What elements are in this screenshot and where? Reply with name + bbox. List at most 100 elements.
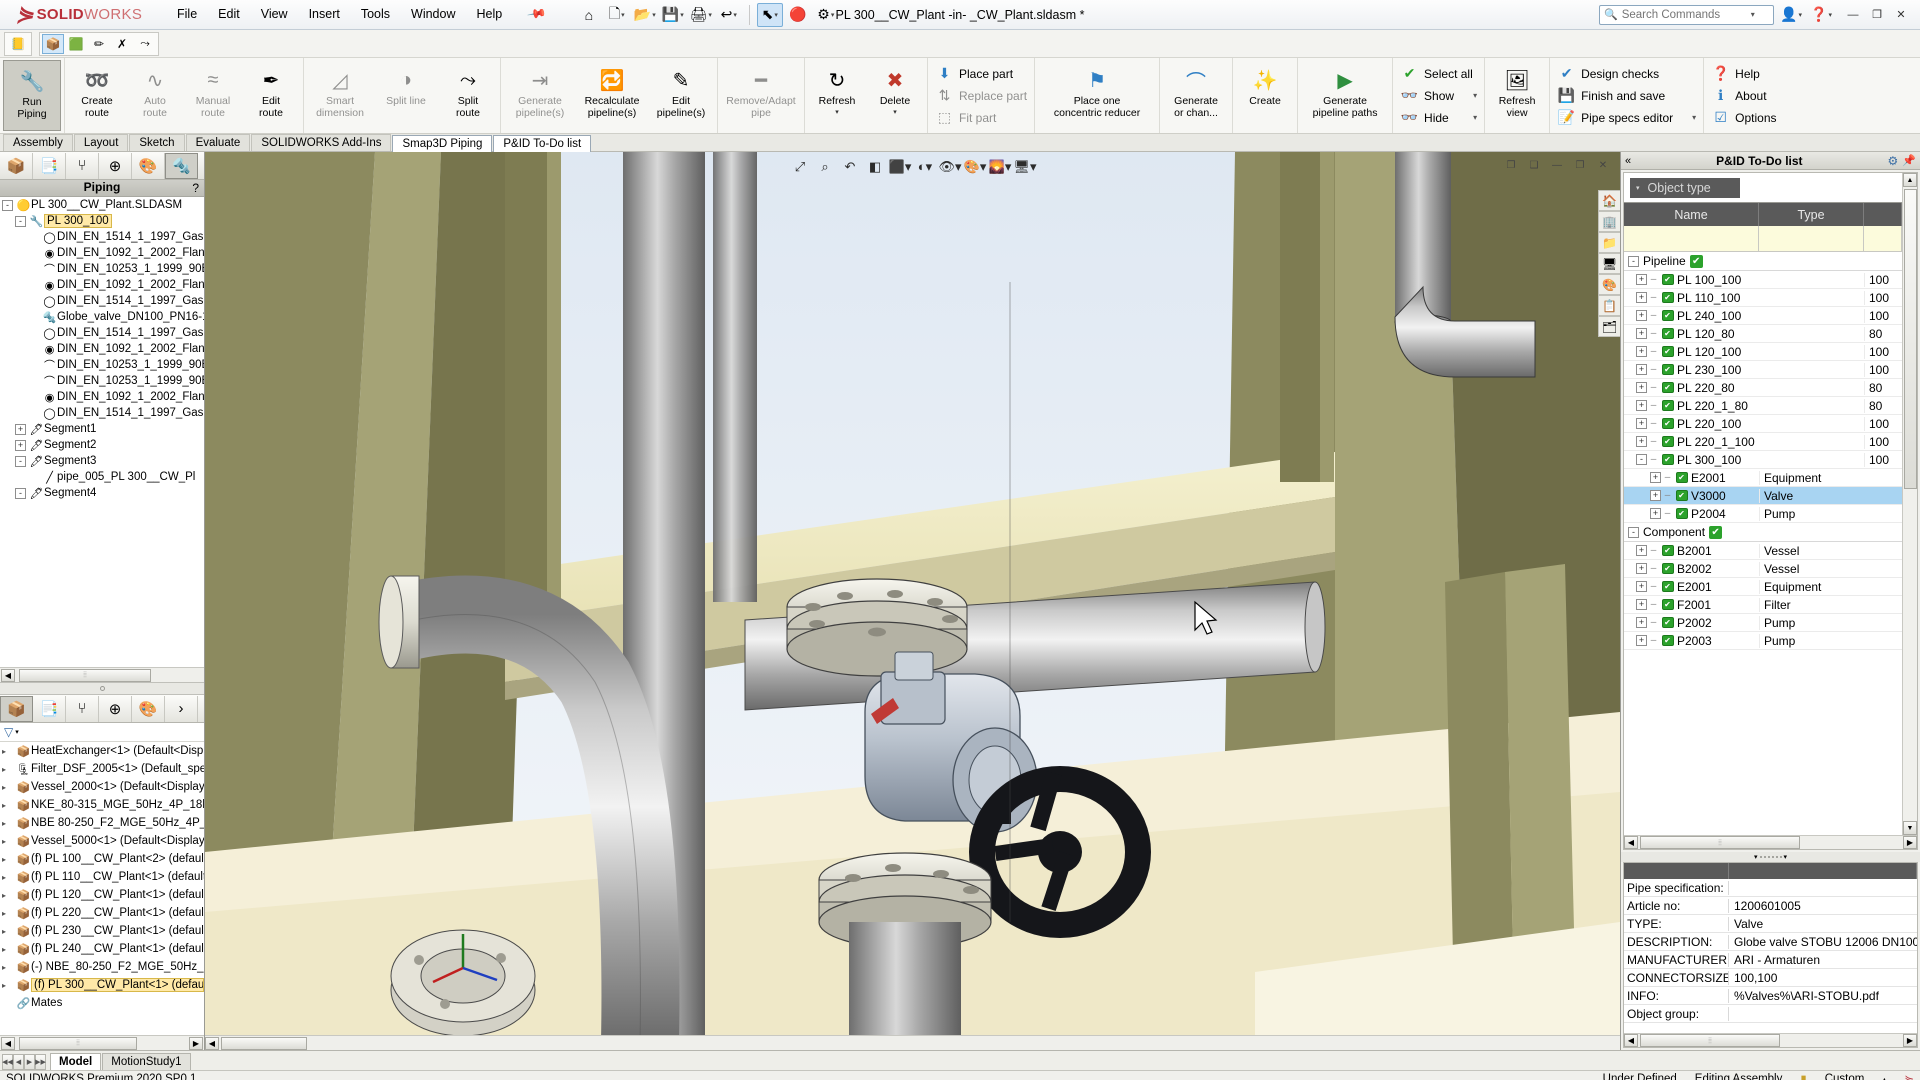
tree-expander-icon[interactable]: -: [15, 487, 26, 499]
todo-row[interactable]: + – ✔ P2003 Pump: [1624, 632, 1902, 650]
piping-feature-tree[interactable]: - 🟡 PL 300__CW_Plant.SLDASM - 🔧 PL 300_100 ◯ DI…: [0, 197, 204, 667]
tree-expander-icon[interactable]: ▸: [2, 981, 13, 990]
pipe-green-icon[interactable]: 🟩: [65, 34, 87, 54]
piping-tree-item[interactable]: - 🟡 PL 300__CW_Plant.SLDASM: [0, 197, 204, 213]
tree-expander-icon[interactable]: ▸: [2, 855, 13, 864]
scroll-left-arrow-icon[interactable]: ◀: [1, 1036, 15, 1050]
section-collapse-icon[interactable]: -: [1628, 526, 1639, 538]
delete-button[interactable]: ✖ Delete ▾: [866, 60, 924, 131]
create-route-button[interactable]: ➿ Create route: [68, 60, 126, 131]
assembly-tree-item[interactable]: ▸ 📦 (f) PL 100__CW_Plant<2> (default: [0, 850, 204, 868]
doc-close-icon[interactable]: ✕: [1592, 156, 1614, 174]
piping-tree-item[interactable]: - 🖊 Segment4: [0, 485, 204, 501]
todo-row[interactable]: + – ✔ PL 120_80 80: [1624, 325, 1902, 343]
todo-row[interactable]: + – ✔ PL 220_100 100: [1624, 415, 1902, 433]
piping-tree-item[interactable]: ⌒ DIN_EN_10253_1_1999_90E: [0, 357, 204, 373]
assembly-tree-item[interactable]: ▸ 📦 NKE_80-315_MGE_50Hz_4P_18kw: [0, 796, 204, 814]
route-split-icon[interactable]: ⤳: [134, 34, 156, 54]
doc-restore2-icon[interactable]: ❐: [1569, 156, 1591, 174]
chevron-up-icon[interactable]: ▴: [1882, 1075, 1886, 1080]
edit-pipelines-button[interactable]: ✎ Edit pipeline(s): [648, 60, 714, 131]
property-value[interactable]: Globe valve STOBU 12006 DN100,PN.: [1729, 935, 1917, 949]
assembly-tree-item[interactable]: ▸ 📦 Vessel_2000<1> (Default<Display: [0, 778, 204, 796]
todo-filter-row[interactable]: [1624, 226, 1902, 252]
piping-tree-item[interactable]: ⌒ DIN_EN_10253_1_1999_90E: [0, 373, 204, 389]
search-input[interactable]: [1621, 8, 1747, 21]
last-tab-icon[interactable]: ▶▶: [35, 1053, 46, 1070]
menu-tools[interactable]: Tools: [352, 3, 399, 26]
menu-edit[interactable]: Edit: [209, 3, 249, 26]
tree-expander-icon[interactable]: -: [2, 199, 13, 211]
piping-tree-item[interactable]: - 🔧 PL 300_100: [0, 213, 204, 229]
help-row[interactable]: ❓ Help: [1706, 63, 1781, 85]
todo-grid-vscrollbar[interactable]: ▲ ▼: [1902, 173, 1917, 835]
scroll-left-arrow-icon[interactable]: ◀: [1624, 1034, 1638, 1047]
feature-manager-tab-strip-top[interactable]: 📦 📑 ⑂ ⊕ 🎨 🔩: [0, 152, 204, 180]
piping-tree-item[interactable]: + 🖊 Segment1: [0, 421, 204, 437]
show-row[interactable]: 👓 Show ▾: [1395, 85, 1482, 107]
hscroll-thumb[interactable]: [221, 1036, 307, 1050]
run-piping-button[interactable]: 🔧 Run Piping: [3, 60, 61, 131]
piping-tree-item[interactable]: ╱ pipe_005_PL 300__CW_Pl: [0, 469, 204, 485]
tree-expander-icon[interactable]: ▸: [2, 909, 13, 918]
assembly-tree-item[interactable]: ▸ 📦 (-) NBE_80-250_F2_MGE_50Hz_7k: [0, 958, 204, 976]
assembly-tree-item[interactable]: ▸ 📦 (f) PL 120__CW_Plant<1> (default: [0, 886, 204, 904]
quick-access-toolbar[interactable]: ⌂ 🗋 ▾ 📂 ▾ 💾 ▾ 🖨 ▾ ↩ ▾ ⬉ ▾ 🔴 ⚙ ▾: [576, 2, 839, 27]
property-value[interactable]: %Valves%\ARI-STOBU.pdf: [1729, 989, 1917, 1003]
chevron-down-icon[interactable]: ▾: [835, 108, 839, 116]
hscroll-thumb[interactable]: ⦙⦙: [1640, 1034, 1780, 1047]
property-value[interactable]: 1200601005: [1729, 899, 1917, 913]
todo-row[interactable]: + – ✔ F2001 Filter: [1624, 596, 1902, 614]
menu-window[interactable]: Window: [402, 3, 464, 26]
command-tab-solidworks-add-ins[interactable]: SOLIDWORKS Add-Ins: [251, 134, 392, 151]
split-line-button[interactable]: ◑ Split line: [373, 60, 439, 131]
row-expander-icon[interactable]: +: [1650, 472, 1661, 483]
restore-button[interactable]: ❐: [1866, 5, 1888, 25]
save-icon[interactable]: 💾 ▾: [660, 3, 686, 27]
help-question-icon[interactable]: ❓ ▾: [1808, 3, 1834, 27]
chevron-down-icon[interactable]: ▾: [1459, 91, 1477, 100]
row-expander-icon[interactable]: +: [1636, 310, 1647, 321]
file-explorer-icon[interactable]: 🗂: [1598, 316, 1620, 337]
undo-icon[interactable]: ↩ ▾: [716, 3, 742, 27]
view-palette-icon[interactable]: 🏢: [1598, 211, 1620, 232]
row-expander-icon[interactable]: +: [1650, 508, 1661, 519]
model-tab-model[interactable]: Model: [50, 1053, 102, 1070]
column-header-size[interactable]: [1864, 203, 1902, 226]
todo-row[interactable]: + – ✔ V3000 Valve: [1624, 487, 1902, 505]
column-header-type[interactable]: Type: [1759, 203, 1864, 226]
print-icon[interactable]: 🖨 ▾: [688, 3, 714, 27]
piping-tree-item[interactable]: ◉ DIN_EN_1092_1_2002_Flang: [0, 389, 204, 405]
tree-expander-icon[interactable]: ▸: [2, 765, 13, 774]
scroll-left-arrow-icon[interactable]: ◀: [1624, 836, 1638, 849]
tree-expander-icon[interactable]: ▸: [2, 819, 13, 828]
chevron-down-icon[interactable]: ▾: [893, 108, 897, 116]
smart-dimension-button[interactable]: ◿ Smart dimension: [307, 60, 373, 131]
todo-row[interactable]: + – ✔ P2004 Pump: [1624, 505, 1902, 523]
piping-tree-hscrollbar[interactable]: ◀ ⦙⦙: [0, 667, 204, 682]
help-question-icon[interactable]: ?: [192, 181, 199, 195]
todo-row[interactable]: + – ✔ PL 220_1_80 80: [1624, 397, 1902, 415]
command-tab-sketch[interactable]: Sketch: [129, 134, 185, 151]
property-manager-tab[interactable]: 📑: [33, 152, 66, 179]
first-tab-icon[interactable]: ◀◀: [2, 1053, 13, 1070]
command-tab-p-id-to-do-list[interactable]: P&ID To-Do list: [493, 135, 592, 152]
design-checks-row[interactable]: ✔ Design checks: [1552, 63, 1701, 85]
open-document-icon[interactable]: 📂 ▾: [632, 3, 658, 27]
tree-expander-icon[interactable]: ▸: [2, 801, 13, 810]
section-collapse-icon[interactable]: -: [1628, 255, 1639, 267]
piping-tree-item[interactable]: + 🖊 Segment2: [0, 437, 204, 453]
tree-expander-icon[interactable]: +: [15, 423, 26, 435]
row-expander-icon[interactable]: +: [1636, 274, 1647, 285]
place-concentric-reducer-button[interactable]: ⚑ Place one concentric reducer: [1038, 60, 1156, 131]
assembly-tree-item[interactable]: ▸ 📦 (f) PL 220__CW_Plant<1> (default: [0, 904, 204, 922]
todo-row[interactable]: + – ✔ PL 110_100 100: [1624, 289, 1902, 307]
row-expander-icon[interactable]: +: [1636, 418, 1647, 429]
chevron-down-icon[interactable]: ▾: [1459, 113, 1477, 122]
user-account-icon[interactable]: 👤 ▾: [1778, 3, 1804, 27]
tree-expander-icon[interactable]: -: [15, 215, 26, 227]
todo-row[interactable]: + – ✔ B2001 Vessel: [1624, 542, 1902, 560]
piping-tree-item[interactable]: ⌒ DIN_EN_10253_1_1999_90E: [0, 261, 204, 277]
zoom-to-fit-icon[interactable]: ⤢: [788, 156, 812, 178]
row-expander-icon[interactable]: +: [1636, 328, 1647, 339]
